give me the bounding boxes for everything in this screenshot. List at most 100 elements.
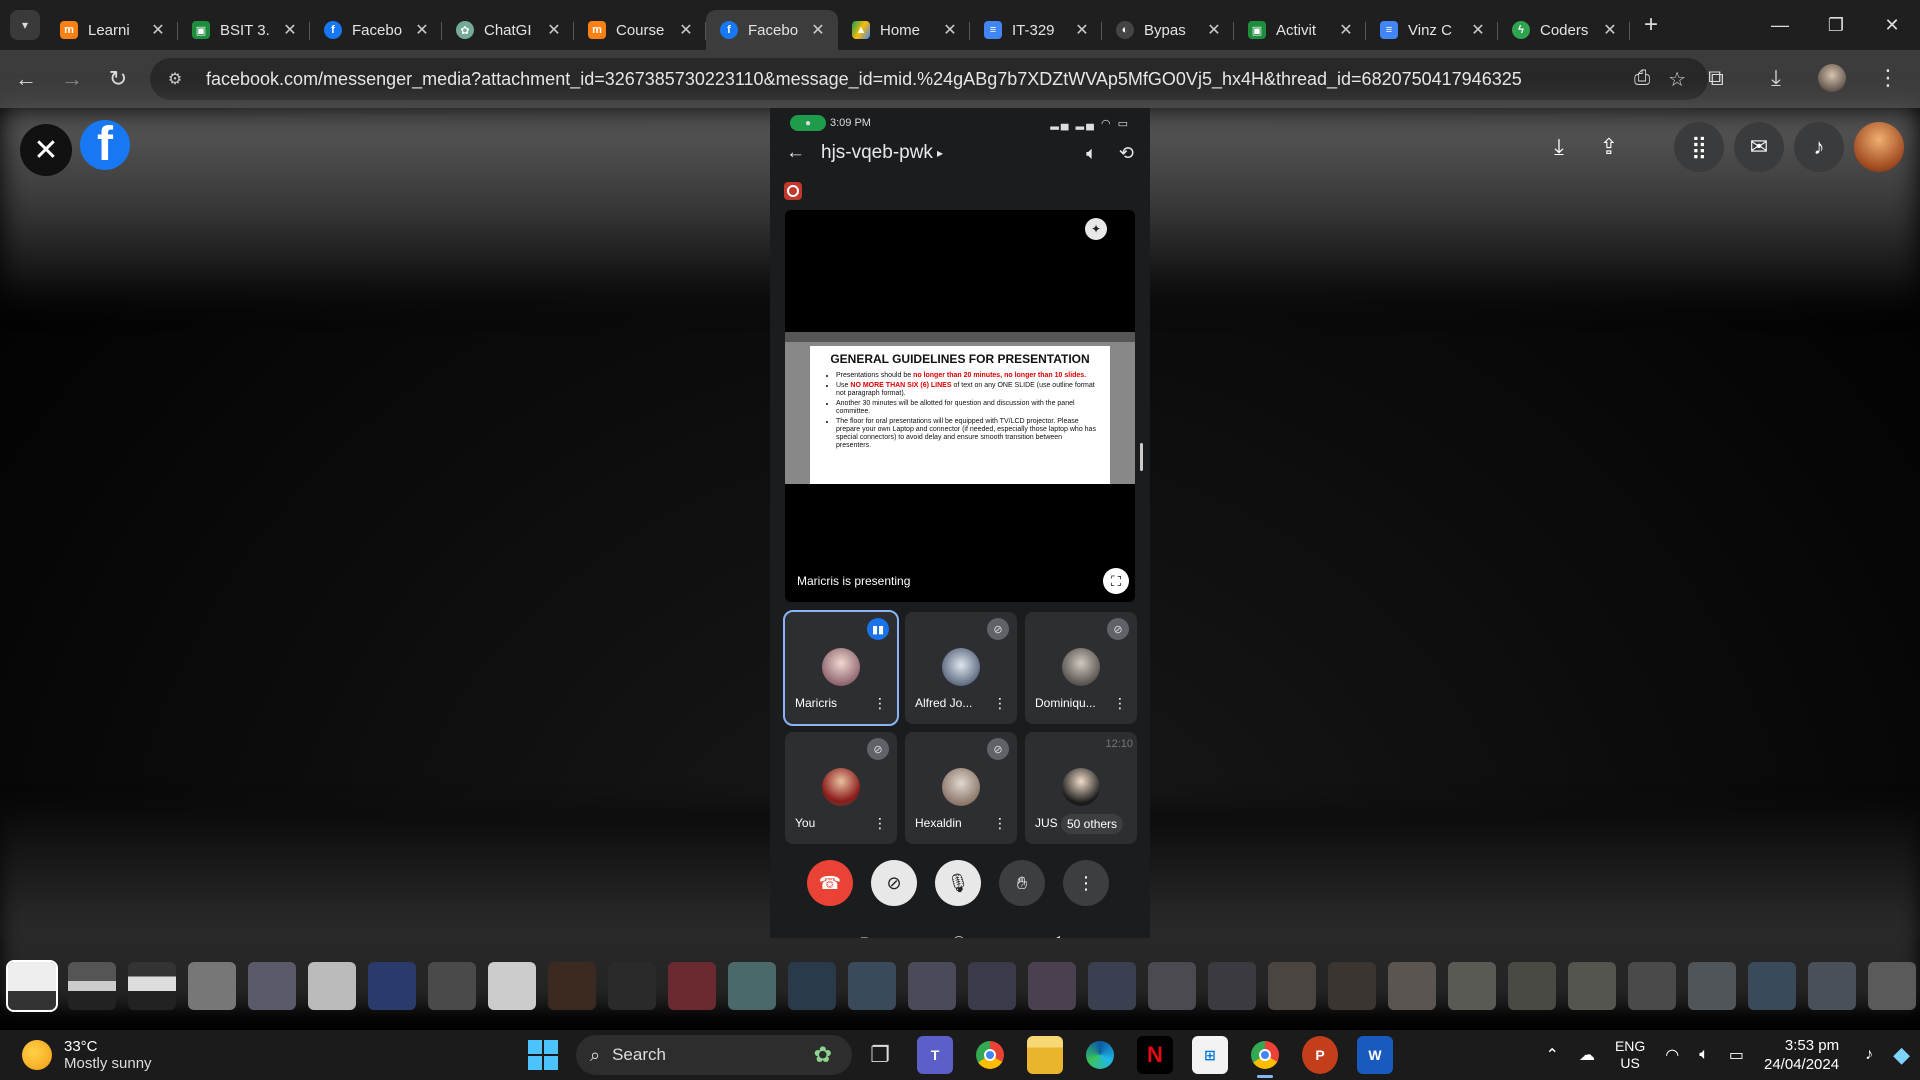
tab-facebook-active[interactable]: f Facebo ✕ — [706, 10, 838, 50]
close-tab-icon[interactable]: ✕ — [1206, 20, 1222, 40]
teams-icon[interactable]: T — [917, 1036, 953, 1074]
file-explorer-icon[interactable] — [1027, 1036, 1063, 1074]
media-thumbnail[interactable] — [1688, 962, 1736, 1010]
reload-icon[interactable]: ↻ — [98, 59, 138, 99]
end-call-button[interactable]: ☎ — [807, 860, 853, 906]
notification-bell-icon[interactable]: ♪ — [1865, 1046, 1873, 1064]
switch-camera-icon[interactable]: ⟲ — [1119, 143, 1134, 164]
netflix-icon[interactable]: N — [1137, 1036, 1173, 1074]
media-thumbnail[interactable] — [968, 962, 1016, 1010]
raise-hand-button[interactable]: ✋︎ — [999, 860, 1045, 906]
extensions-icon[interactable]: ⧉ — [1698, 60, 1734, 96]
media-thumbnail[interactable] — [128, 962, 176, 1010]
url-text[interactable]: facebook.com/messenger_media?attachment_… — [206, 69, 1634, 90]
restore-icon[interactable]: ❐ — [1808, 0, 1864, 50]
media-thumbnail[interactable] — [548, 962, 596, 1010]
mic-off-button[interactable]: 🎙︎ — [935, 860, 981, 906]
tab-learning[interactable]: m Learni ✕ — [46, 10, 178, 50]
language-indicator[interactable]: ENG US — [1615, 1038, 1645, 1072]
speaker-icon[interactable]: 🔈︎ — [1086, 143, 1097, 164]
media-thumbnail[interactable] — [1568, 962, 1616, 1010]
task-view-icon[interactable]: ❐ — [862, 1036, 898, 1074]
participant-tile[interactable]: ⊘ Hexaldin ⋮ — [905, 732, 1017, 844]
tab-it329[interactable]: ≡ IT-329 ✕ — [970, 10, 1102, 50]
notifications-bell-icon[interactable]: ♪ — [1794, 122, 1844, 172]
account-avatar[interactable] — [1854, 122, 1904, 172]
media-thumbnail[interactable] — [188, 962, 236, 1010]
more-options-button[interactable]: ⋮ — [1063, 860, 1109, 906]
recents-icon[interactable]: ■ — [860, 932, 868, 938]
copilot-icon[interactable]: ◆ — [1893, 1042, 1910, 1068]
meeting-code[interactable]: hjs-vqeb-pwk — [821, 142, 933, 164]
participant-tile-others[interactable]: 12:10 JUS 50 others — [1025, 732, 1137, 844]
media-thumbnail[interactable] — [1508, 962, 1556, 1010]
omnibox[interactable]: ⚙ facebook.com/messenger_media?attachmen… — [150, 58, 1708, 100]
media-thumbnail[interactable] — [1868, 962, 1916, 1010]
forward-icon[interactable]: → — [52, 59, 92, 99]
camera-off-button[interactable]: ⊘ — [871, 860, 917, 906]
media-thumbnail[interactable] — [788, 962, 836, 1010]
tab-activity[interactable]: ▣ Activit ✕ — [1234, 10, 1366, 50]
more-options-icon[interactable]: ⋮ — [993, 695, 1007, 712]
close-tab-icon[interactable]: ✕ — [1602, 20, 1618, 40]
download-media-icon[interactable]: ⤓ — [1534, 122, 1584, 172]
windows-start-icon[interactable] — [528, 1040, 558, 1070]
browser-menu-icon[interactable]: ⋮ — [1870, 60, 1906, 96]
wifi-icon[interactable]: ◠ — [1665, 1045, 1679, 1065]
menu-grid-icon[interactable]: ⣿ — [1674, 122, 1724, 172]
close-tab-icon[interactable]: ✕ — [414, 20, 430, 40]
volume-icon[interactable]: 🔈︎ — [1699, 1046, 1709, 1064]
media-thumbnail[interactable] — [1808, 962, 1856, 1010]
close-tab-icon[interactable]: ✕ — [678, 20, 694, 40]
more-options-icon[interactable]: ⋮ — [873, 695, 887, 712]
close-tab-icon[interactable]: ✕ — [942, 20, 958, 40]
participant-tile[interactable]: ⊘ You ⋮ — [785, 732, 897, 844]
media-thumbnail[interactable] — [308, 962, 356, 1010]
media-thumbnail[interactable] — [608, 962, 656, 1010]
media-thumbnail[interactable] — [1328, 962, 1376, 1010]
media-thumbnail[interactable] — [728, 962, 776, 1010]
tab-chatgpt[interactable]: ✿ ChatGI ✕ — [442, 10, 574, 50]
media-thumbnail[interactable] — [668, 962, 716, 1010]
media-thumbnail[interactable] — [1028, 962, 1076, 1010]
scrollbar[interactable] — [1140, 443, 1143, 471]
microsoft-store-icon[interactable]: ⊞ — [1192, 1036, 1228, 1074]
more-options-icon[interactable]: ⋮ — [993, 815, 1007, 832]
tab-coders[interactable]: ϟ Coders ✕ — [1498, 10, 1630, 50]
clock[interactable]: 3:53 pm 24/04/2024 — [1764, 1036, 1839, 1074]
media-thumbnail[interactable] — [488, 962, 536, 1010]
close-window-icon[interactable]: ✕ — [1864, 0, 1920, 50]
tab-bsit[interactable]: ▣ BSIT 3. ✕ — [178, 10, 310, 50]
close-tab-icon[interactable]: ✕ — [150, 20, 166, 40]
back-triangle-icon[interactable]: ◀ — [1049, 932, 1060, 938]
media-thumbnail[interactable] — [848, 962, 896, 1010]
close-tab-icon[interactable]: ✕ — [810, 20, 826, 40]
pin-icon[interactable]: ✦ — [1085, 218, 1107, 240]
media-thumbnail[interactable] — [428, 962, 476, 1010]
chrome-icon[interactable] — [972, 1036, 1008, 1074]
tab-facebook[interactable]: f Facebo ✕ — [310, 10, 442, 50]
share-icon[interactable]: ⇪ — [1584, 122, 1634, 172]
onedrive-offline-icon[interactable]: ☁ — [1579, 1045, 1595, 1065]
tab-vinz[interactable]: ≡ Vinz C ✕ — [1366, 10, 1498, 50]
bookmark-star-icon[interactable]: ☆ — [1668, 67, 1686, 92]
close-viewer-button[interactable]: ✕ — [20, 124, 72, 176]
profile-avatar[interactable] — [1818, 64, 1846, 92]
tab-home[interactable]: ▲ Home ✕ — [838, 10, 970, 50]
media-thumbnail[interactable] — [1628, 962, 1676, 1010]
edge-icon[interactable] — [1082, 1036, 1118, 1074]
powerpoint-icon[interactable]: P — [1302, 1036, 1338, 1074]
chrome-active-icon[interactable] — [1247, 1036, 1283, 1078]
media-thumbnail[interactable] — [368, 962, 416, 1010]
media-thumbnail[interactable] — [1268, 962, 1316, 1010]
media-thumbnail[interactable] — [1148, 962, 1196, 1010]
more-options-icon[interactable]: ⋮ — [1113, 695, 1127, 712]
media-thumbnail[interactable] — [1208, 962, 1256, 1010]
participant-tile[interactable]: ⊘ Dominiqu... ⋮ — [1025, 612, 1137, 724]
meet-back-icon[interactable]: ← — [786, 142, 805, 164]
word-icon[interactable]: W — [1357, 1036, 1393, 1074]
download-icon[interactable]: ⤓ — [1758, 60, 1794, 96]
tab-course[interactable]: m Course ✕ — [574, 10, 706, 50]
messenger-icon[interactable]: ✉ — [1734, 122, 1784, 172]
media-thumbnail[interactable] — [908, 962, 956, 1010]
